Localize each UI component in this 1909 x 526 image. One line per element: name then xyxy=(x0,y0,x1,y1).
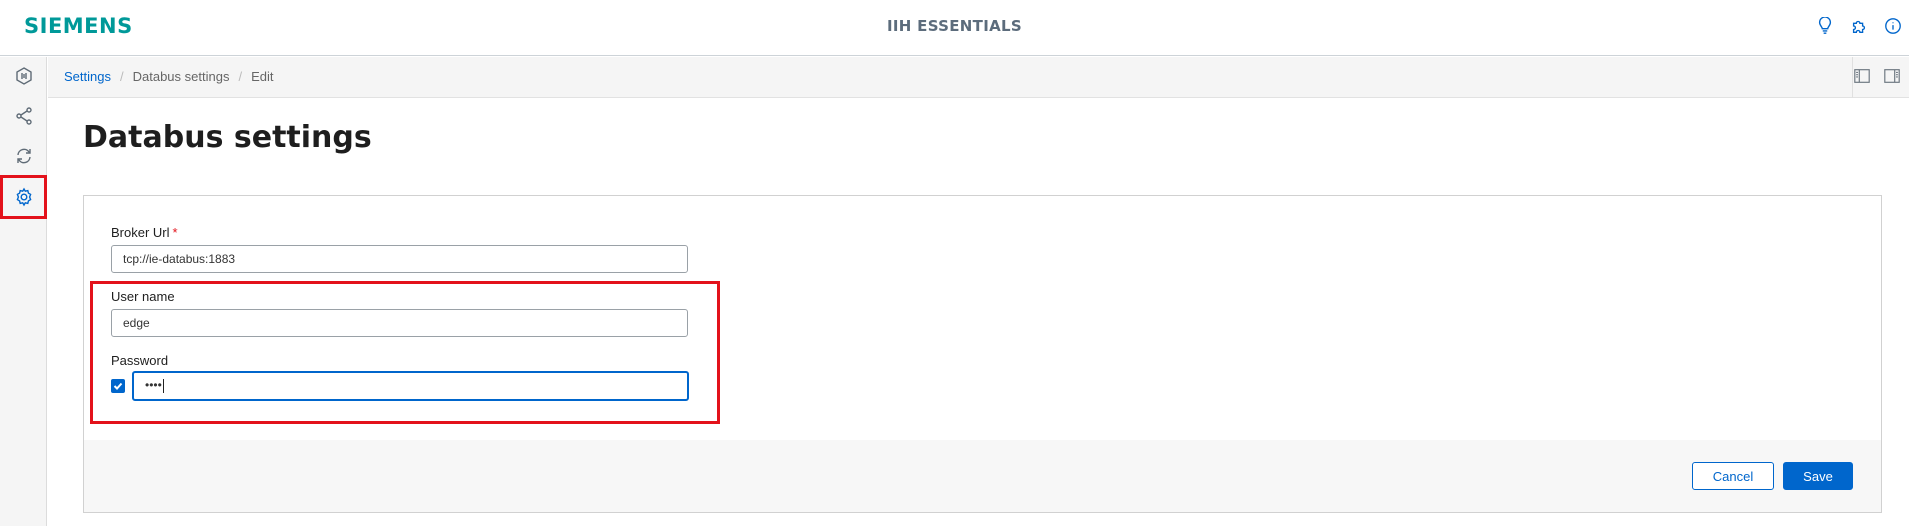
app-title: IIH ESSENTIALS xyxy=(887,17,1022,35)
sidebar-item-share[interactable] xyxy=(0,97,47,135)
broker-url-input[interactable]: tcp://ie-databus:1883 xyxy=(111,245,688,273)
hexagon-connector-icon xyxy=(15,67,32,85)
broker-url-label: Broker Url * xyxy=(111,225,178,240)
card-footer: Cancel Save xyxy=(84,440,1881,512)
sync-icon xyxy=(16,148,31,164)
share-nodes-icon xyxy=(15,107,32,125)
gear-icon xyxy=(16,187,31,207)
page-title: Databus settings xyxy=(83,120,372,155)
breadcrumb-bar: Settings / Databus settings / Edit xyxy=(48,57,1909,98)
lightbulb-icon[interactable] xyxy=(1815,16,1835,36)
sidebar xyxy=(0,57,47,526)
info-icon[interactable] xyxy=(1883,16,1903,36)
breadcrumb-separator: / xyxy=(238,69,243,84)
top-bar: SIEMENS IIH ESSENTIALS xyxy=(0,0,1909,56)
top-icons xyxy=(1815,16,1903,36)
breadcrumb-databus-settings: Databus settings xyxy=(132,69,230,84)
save-button[interactable]: Save xyxy=(1783,462,1853,490)
required-marker: * xyxy=(172,225,178,240)
puzzle-icon[interactable] xyxy=(1849,16,1869,36)
sidebar-item-connector[interactable] xyxy=(0,57,47,95)
breadcrumb-edit: Edit xyxy=(251,69,274,84)
left-panel-icon[interactable] xyxy=(1853,67,1873,87)
sidebar-item-settings[interactable] xyxy=(0,175,47,219)
breadcrumb-separator: / xyxy=(119,69,124,84)
layout-icons xyxy=(1853,67,1903,87)
right-panel-icon[interactable] xyxy=(1883,67,1903,87)
breadcrumb: Settings / Databus settings / Edit xyxy=(64,69,273,84)
cancel-button[interactable]: Cancel xyxy=(1692,462,1774,490)
breadcrumb-settings-link[interactable]: Settings xyxy=(64,69,111,84)
highlight-annotation xyxy=(90,281,720,424)
sidebar-item-sync[interactable] xyxy=(0,137,47,175)
